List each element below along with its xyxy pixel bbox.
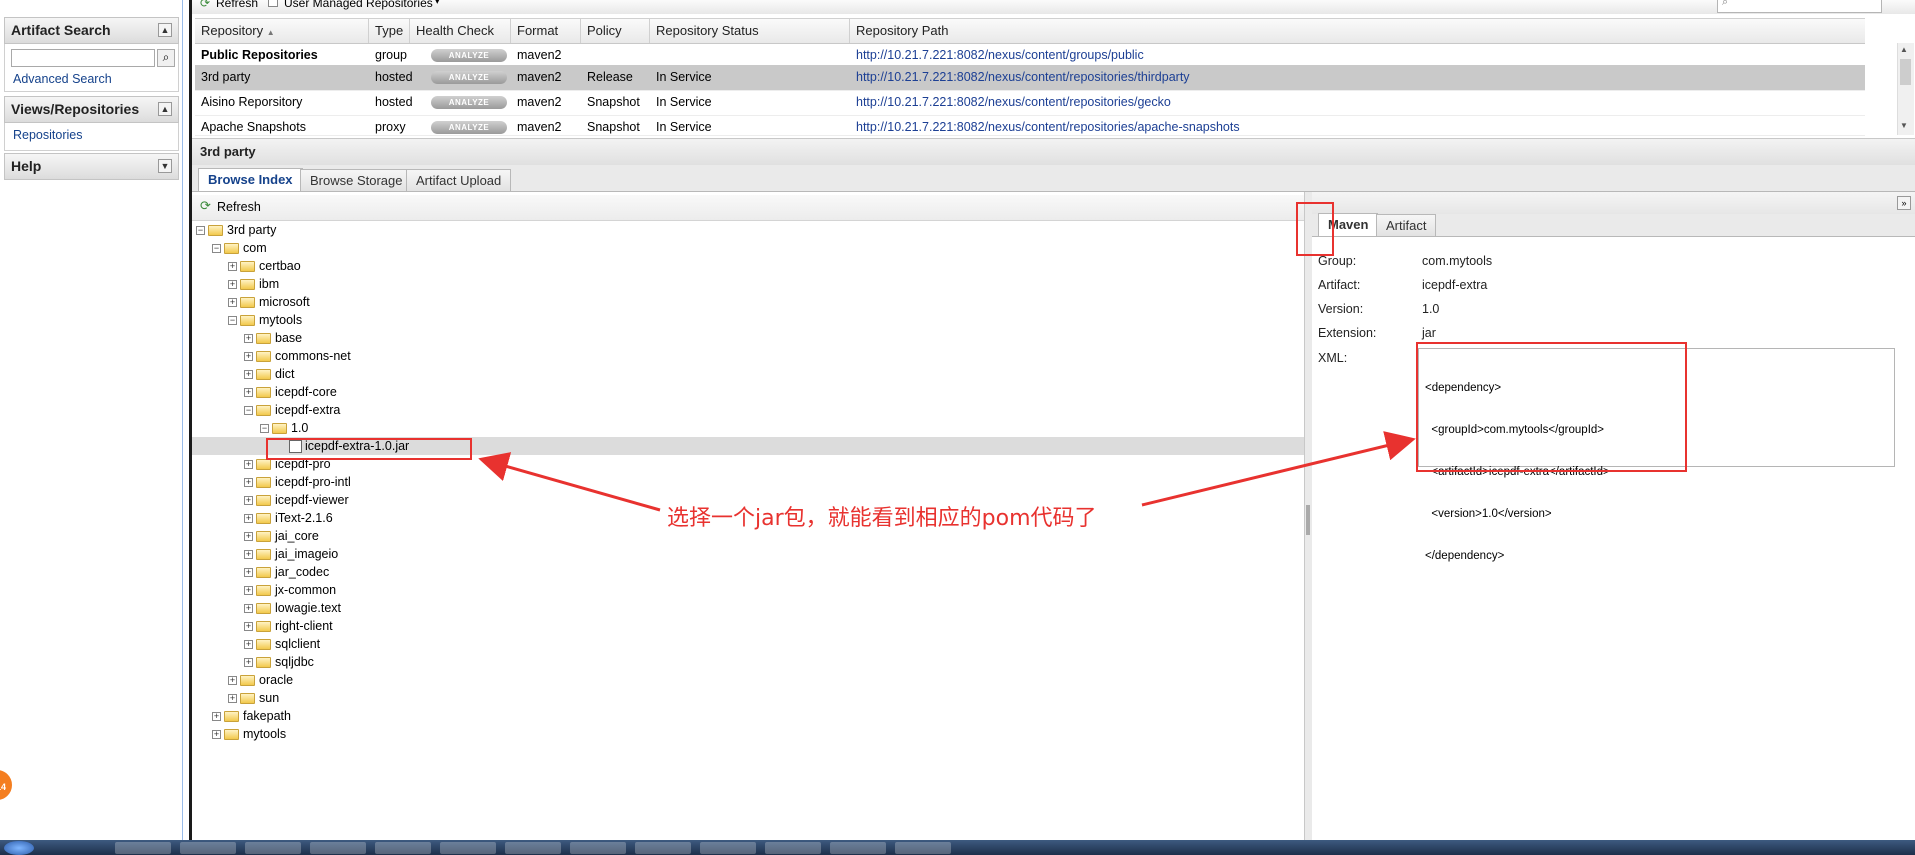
taskbar-item[interactable] [700, 842, 756, 854]
taskbar-item[interactable] [830, 842, 886, 854]
annotation-text: 选择一个jar包，就能看到相应的pom代码了 [667, 506, 1097, 531]
taskbar-item[interactable] [180, 842, 236, 854]
arrow-to-xml [1141, 431, 1416, 507]
taskbar-item[interactable] [895, 842, 951, 854]
taskbar-item[interactable] [115, 842, 171, 854]
taskbar-item[interactable] [310, 842, 366, 854]
arrow-to-jar [478, 452, 661, 512]
taskbar-item[interactable] [765, 842, 821, 854]
taskbar [0, 840, 1915, 855]
taskbar-item[interactable] [375, 842, 431, 854]
taskbar-item[interactable] [245, 842, 301, 854]
taskbar-item[interactable] [440, 842, 496, 854]
start-button[interactable] [4, 841, 34, 855]
taskbar-item[interactable] [570, 842, 626, 854]
taskbar-item[interactable] [635, 842, 691, 854]
taskbar-item[interactable] [505, 842, 561, 854]
annotation-arrows [478, 431, 1416, 512]
